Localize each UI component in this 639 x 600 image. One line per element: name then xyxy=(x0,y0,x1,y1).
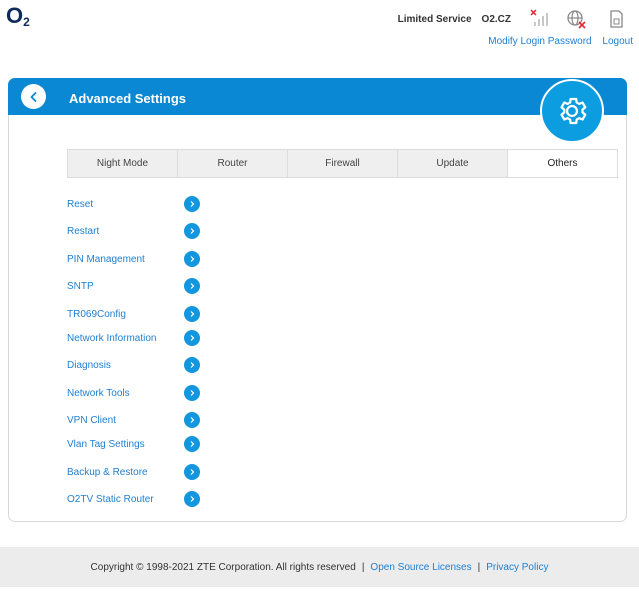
footer-separator: | xyxy=(477,561,481,573)
logo-main: O xyxy=(6,3,24,28)
settings-banner: Advanced Settings xyxy=(8,78,627,115)
tab-firewall[interactable]: Firewall xyxy=(288,150,398,177)
menu-item-restart[interactable]: Restart xyxy=(67,221,202,241)
menu-item-label: O2TV Static Router xyxy=(67,493,154,505)
footer: Copyright © 1998-2021 ZTE Corporation. A… xyxy=(0,547,639,587)
network-off-icon xyxy=(565,8,587,30)
o2-logo: O2 xyxy=(6,4,30,34)
menu-item-pin-management[interactable]: PIN Management xyxy=(67,249,202,269)
footer-separator: | xyxy=(361,561,365,573)
privacy-policy-link[interactable]: Privacy Policy xyxy=(486,562,548,573)
menu-item-label: Diagnosis xyxy=(67,359,111,371)
settings-card: Advanced Settings Night Mode Router Fire… xyxy=(8,78,627,522)
menu-item-vlan-tag-settings[interactable]: Vlan Tag Settings xyxy=(67,434,202,454)
settings-gear-badge xyxy=(540,79,604,143)
chevron-left-icon xyxy=(30,91,36,102)
menu-item-tr069config[interactable]: TR069Config xyxy=(67,304,202,324)
back-button[interactable] xyxy=(21,84,46,109)
chevron-right-icon xyxy=(184,464,200,480)
menu-item-backup-restore[interactable]: Backup & Restore xyxy=(67,462,202,482)
modify-login-password-link[interactable]: Modify Login Password xyxy=(488,36,591,47)
menu-item-reset[interactable]: Reset xyxy=(67,194,202,214)
logout-link[interactable]: Logout xyxy=(602,36,633,47)
tab-update[interactable]: Update xyxy=(398,150,508,177)
chevron-right-icon xyxy=(184,385,200,401)
tab-night-mode[interactable]: Night Mode xyxy=(68,150,178,177)
chevron-right-icon xyxy=(184,330,200,346)
menu-item-label: VPN Client xyxy=(67,414,116,426)
menu-item-diagnosis[interactable]: Diagnosis xyxy=(67,355,202,375)
service-status-text: Limited Service xyxy=(397,13,472,25)
gear-icon xyxy=(560,97,587,125)
status-bar: Limited Service O2.CZ xyxy=(398,8,627,30)
menu-item-o2tv-static-router[interactable]: O2TV Static Router xyxy=(67,489,202,509)
menu-item-label: Network Information xyxy=(67,332,157,344)
chevron-right-icon xyxy=(184,412,200,428)
menu-item-vpn-client[interactable]: VPN Client xyxy=(67,410,202,430)
menu-item-label: Reset xyxy=(67,198,94,210)
open-source-licenses-link[interactable]: Open Source Licenses xyxy=(370,562,471,573)
menu-item-network-information[interactable]: Network Information xyxy=(67,328,202,348)
page-title: Advanced Settings xyxy=(69,91,187,106)
menu-item-label: PIN Management xyxy=(67,253,145,265)
menu-item-label: TR069Config xyxy=(67,308,126,320)
chevron-right-icon xyxy=(184,491,200,507)
tab-others[interactable]: Others xyxy=(508,150,617,177)
menu-item-sntp[interactable]: SNTP xyxy=(67,276,202,296)
menu-item-label: Network Tools xyxy=(67,387,130,399)
chevron-right-icon xyxy=(184,251,200,267)
sim-card-icon xyxy=(605,8,627,30)
menu-item-label: Vlan Tag Settings xyxy=(67,438,145,450)
copyright-text: Copyright © 1998-2021 ZTE Corporation. A… xyxy=(90,561,356,573)
chevron-right-icon xyxy=(184,357,200,373)
carrier-name: O2.CZ xyxy=(481,13,511,25)
tab-router[interactable]: Router xyxy=(178,150,288,177)
chevron-right-icon xyxy=(184,278,200,294)
header-links: Modify Login Password Logout xyxy=(480,36,633,47)
signal-off-icon xyxy=(529,8,551,30)
logo-sub: 2 xyxy=(23,15,30,29)
chevron-right-icon xyxy=(184,436,200,452)
chevron-right-icon xyxy=(184,306,200,322)
menu-item-label: SNTP xyxy=(67,280,94,292)
menu-item-network-tools[interactable]: Network Tools xyxy=(67,383,202,403)
menu-item-label: Restart xyxy=(67,225,100,237)
settings-tabs: Night Mode Router Firewall Update Others xyxy=(67,149,618,178)
chevron-right-icon xyxy=(184,196,200,212)
menu-item-label: Backup & Restore xyxy=(67,466,148,478)
chevron-right-icon xyxy=(184,223,200,239)
